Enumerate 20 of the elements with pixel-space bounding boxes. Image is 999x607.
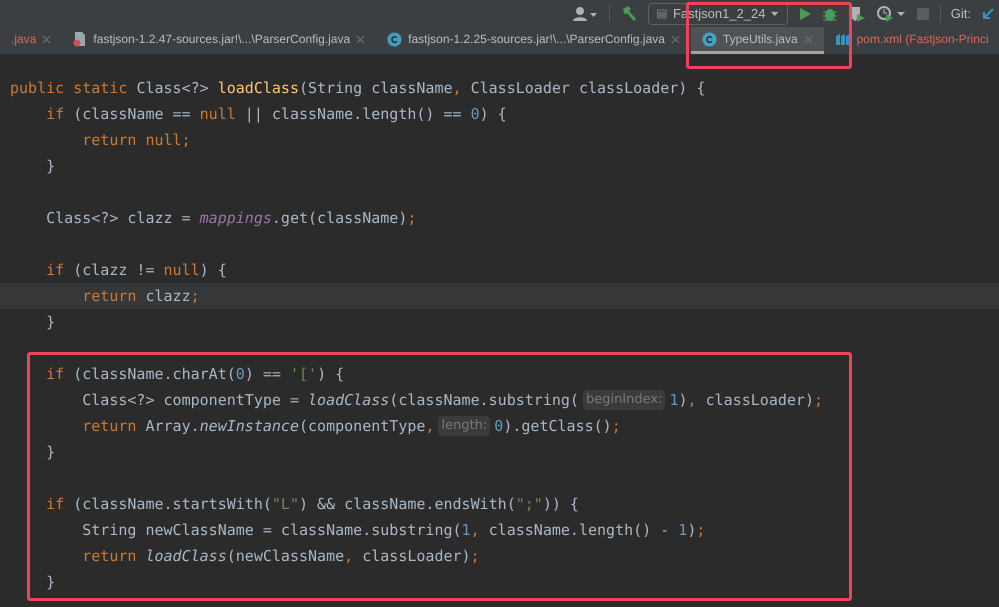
maven-icon xyxy=(834,32,851,46)
class-icon xyxy=(702,32,717,46)
monitor-icon xyxy=(656,8,667,20)
caret-icon xyxy=(771,10,779,16)
close-icon[interactable] xyxy=(42,34,52,44)
editor-tab[interactable]: .java xyxy=(0,27,62,54)
editor-tab[interactable]: pom.xml (Fastjson-Princi xyxy=(824,27,999,54)
stop-icon[interactable] xyxy=(916,6,930,20)
editor-tab[interactable]: fastjson-1.2.25-sources.jar!\...\ParserConfig.java xyxy=(376,27,691,54)
close-icon[interactable] xyxy=(356,34,366,44)
arrow-icon[interactable] xyxy=(981,6,995,20)
clock-run-icon[interactable] xyxy=(876,4,906,22)
user-icon[interactable] xyxy=(572,6,599,22)
editor-tab[interactable]: fastjson-1.2.47-sources.jar!\...\ParserConfig.java xyxy=(62,27,376,54)
run-icon[interactable] xyxy=(798,6,812,20)
class-icon xyxy=(387,32,402,46)
git-label: Git: xyxy=(950,4,971,23)
jar-file-icon xyxy=(73,31,88,47)
editor-tab[interactable]: TypeUtils.java xyxy=(690,27,824,54)
close-icon[interactable] xyxy=(670,34,680,44)
